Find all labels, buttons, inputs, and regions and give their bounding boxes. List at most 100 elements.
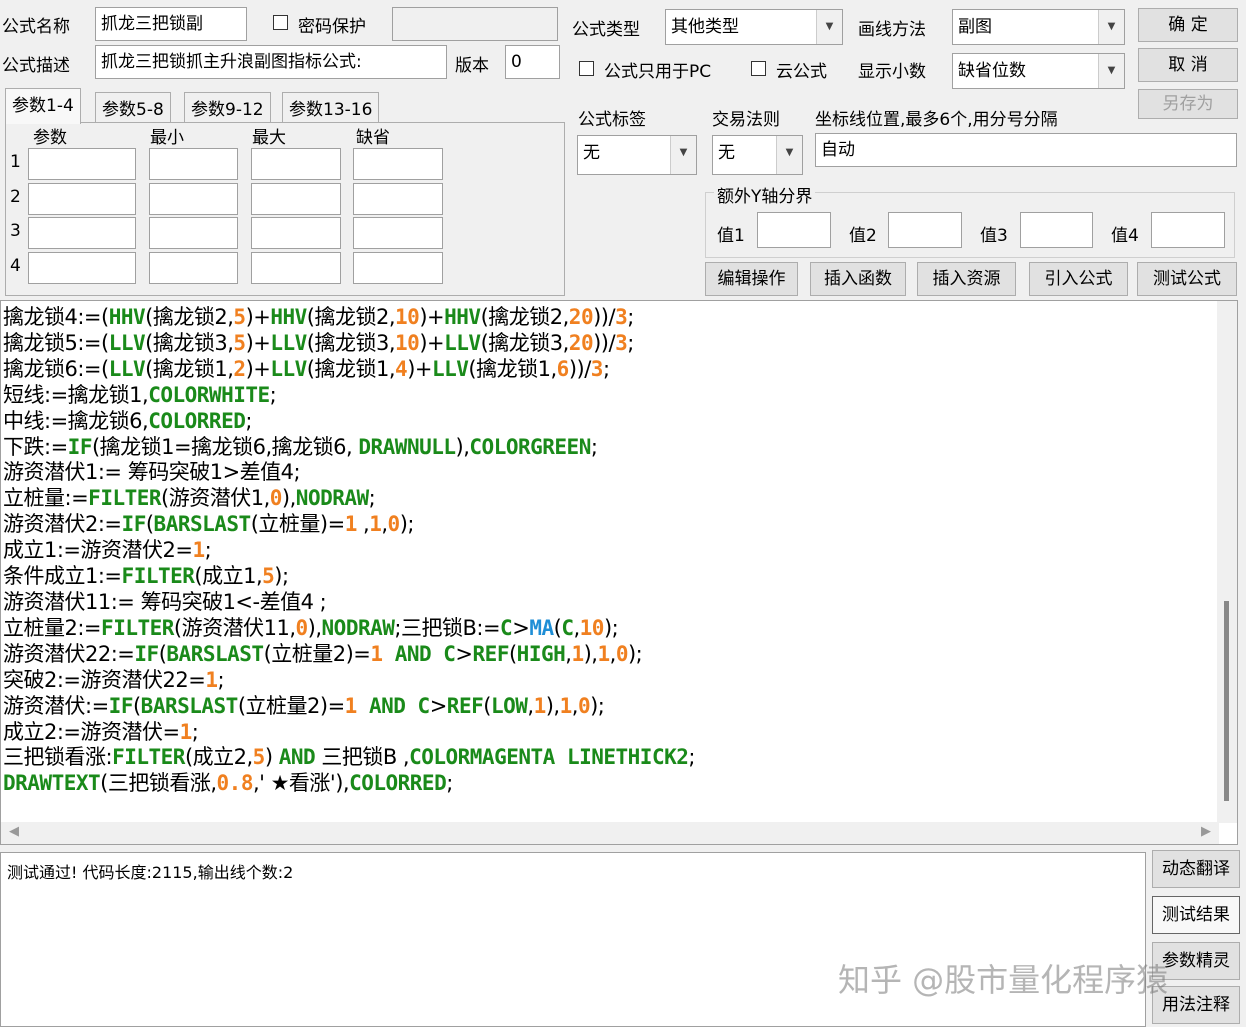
chevron-down-icon: ▼ — [1098, 54, 1124, 88]
tab-params-5-8[interactable]: 参数5-8 — [95, 92, 171, 122]
scroll-right-icon[interactable]: ▶ — [1201, 824, 1211, 839]
value2-label: 值2 — [849, 226, 877, 246]
formula-desc-label: 公式描述 — [2, 56, 70, 76]
param-2-param-input[interactable] — [28, 183, 136, 215]
formula-name-input[interactable]: 抓龙三把锁副 — [95, 7, 247, 41]
code-token: ), — [455, 434, 470, 459]
code-token: BARSLAST — [140, 693, 239, 718]
formula-type-select[interactable]: 其他类型 ▼ — [665, 9, 843, 45]
chevron-down-icon: ▼ — [816, 10, 842, 44]
param-4-max-input[interactable] — [251, 252, 341, 284]
code-token: 1 — [370, 641, 383, 666]
param-3-min-input[interactable] — [149, 217, 238, 249]
code-token: FILTER — [101, 615, 174, 640]
code-token: (擒龙锁1, — [306, 356, 396, 381]
code-token: IF — [121, 512, 147, 537]
code-token: 3 — [590, 356, 604, 381]
insert-resource-button[interactable]: 插入资源 — [917, 262, 1016, 296]
code-token: )+ — [419, 305, 445, 329]
param-2-max-input[interactable] — [251, 183, 341, 215]
code-token: LOW — [490, 693, 528, 718]
code-token: (擒龙锁3, — [306, 330, 396, 355]
param-wizard-button[interactable]: 参数精灵 — [1152, 942, 1240, 980]
formula-desc-input[interactable]: 抓龙三把锁抓主升浪副图指标公式: — [95, 45, 447, 79]
value4-input[interactable] — [1151, 212, 1225, 248]
code-token: 1 — [344, 693, 358, 718]
axis-position-input[interactable]: 自动 — [815, 133, 1237, 167]
param-4-default-input[interactable] — [353, 252, 443, 284]
value2-input[interactable] — [888, 212, 962, 248]
code-token: 擒龙锁6:=( — [3, 356, 109, 381]
value1-input[interactable] — [757, 212, 831, 248]
insert-function-button[interactable]: 插入函数 — [810, 262, 906, 296]
test-result-button[interactable]: 测试结果 — [1152, 896, 1240, 934]
edit-operation-button[interactable]: 编辑操作 — [705, 262, 798, 296]
code-token: 1 — [533, 693, 547, 718]
param-1-default-input[interactable] — [353, 148, 443, 180]
code-token: DRAWNULL — [358, 434, 456, 459]
param-1-max-input[interactable] — [251, 148, 341, 180]
chevron-down-icon: ▼ — [1098, 10, 1124, 44]
import-formula-button[interactable]: 引入公式 — [1029, 262, 1128, 296]
pc-only-checkbox[interactable] — [579, 61, 594, 76]
code-line: 短线:=擒龙锁1,COLORWHITE; — [3, 383, 695, 409]
trade-rule-select[interactable]: 无 ▼ — [712, 135, 803, 175]
tab-params-1-4[interactable]: 参数1-4 — [5, 88, 81, 124]
chevron-down-icon: ▼ — [776, 136, 802, 174]
password-input[interactable] — [392, 7, 558, 41]
code-token: LLV — [444, 330, 481, 355]
code-token: 游资潜伏1:= 筹码突破1>差值4; — [3, 460, 301, 485]
param-1-min-input[interactable] — [149, 148, 238, 180]
code-token: MA — [529, 615, 554, 640]
tab-params-13-16[interactable]: 参数13-16 — [282, 92, 380, 122]
code-token: COLORMAGENTA LINETHICK2 — [409, 745, 689, 770]
code-token: ), — [583, 641, 598, 666]
code-token: (擒龙锁1=擒龙锁6,擒龙锁6, — [91, 434, 359, 459]
scroll-thumb[interactable] — [1224, 601, 1229, 801]
scroll-left-icon[interactable]: ◀ — [9, 824, 19, 839]
draw-method-select[interactable]: 副图 ▼ — [952, 9, 1125, 45]
code-token: COLORGREEN — [469, 434, 591, 459]
code-token: )+ — [245, 330, 271, 355]
param-1-param-input[interactable] — [28, 148, 136, 180]
param-3-param-input[interactable] — [28, 217, 136, 249]
code-line: 下跌:=IF(擒龙锁1=擒龙锁6,擒龙锁6, DRAWNULL),COLORGR… — [3, 435, 695, 461]
usage-notes-button[interactable]: 用法注释 — [1152, 986, 1240, 1024]
cancel-button[interactable]: 取 消 — [1138, 48, 1238, 82]
code-token: 擒龙锁4:=( — [3, 305, 109, 329]
code-token: C — [561, 615, 574, 640]
value4-label: 值4 — [1111, 226, 1139, 246]
param-4-min-input[interactable] — [149, 252, 238, 284]
param-3-max-input[interactable] — [251, 217, 341, 249]
save-as-button[interactable]: 另存为 — [1138, 89, 1238, 119]
decimal-select[interactable]: 缺省位数 ▼ — [952, 53, 1125, 89]
code-token: 0 — [387, 512, 401, 537]
code-token: 1 — [205, 667, 218, 692]
code-token: , — [356, 512, 370, 537]
code-token: > — [429, 693, 448, 718]
code-token: ; — [602, 356, 610, 381]
value3-input[interactable] — [1020, 212, 1093, 248]
code-token: > — [512, 615, 530, 640]
code-token: BARSLAST — [153, 512, 252, 537]
param-4-param-input[interactable] — [28, 252, 136, 284]
ok-button[interactable]: 确 定 — [1138, 8, 1238, 42]
tag-select[interactable]: 无 ▼ — [577, 135, 697, 175]
dynamic-translate-button[interactable]: 动态翻译 — [1152, 850, 1240, 888]
code-editor[interactable]: 擒龙锁4:=(HHV(擒龙锁2,5)+HHV(擒龙锁2,10)+HHV(擒龙锁2… — [0, 300, 1238, 845]
param-2-min-input[interactable] — [149, 183, 238, 215]
test-formula-button[interactable]: 测试公式 — [1137, 262, 1237, 296]
cloud-checkbox[interactable] — [751, 61, 766, 76]
param-row-number: 1 — [10, 152, 21, 172]
horizontal-scrollbar[interactable]: ◀ ▶ — [1, 822, 1219, 844]
code-token: ; — [245, 408, 252, 433]
param-2-default-input[interactable] — [353, 183, 443, 215]
param-3-default-input[interactable] — [353, 217, 443, 249]
code-token: AND C — [356, 693, 430, 718]
vertical-scrollbar[interactable] — [1217, 301, 1237, 823]
password-checkbox[interactable] — [273, 15, 288, 30]
code-token: (擒龙锁2, — [145, 305, 234, 329]
code-token: (游资潜伏1, — [161, 486, 270, 511]
tab-params-9-12[interactable]: 参数9-12 — [184, 92, 271, 122]
version-input[interactable]: 0 — [505, 45, 560, 79]
